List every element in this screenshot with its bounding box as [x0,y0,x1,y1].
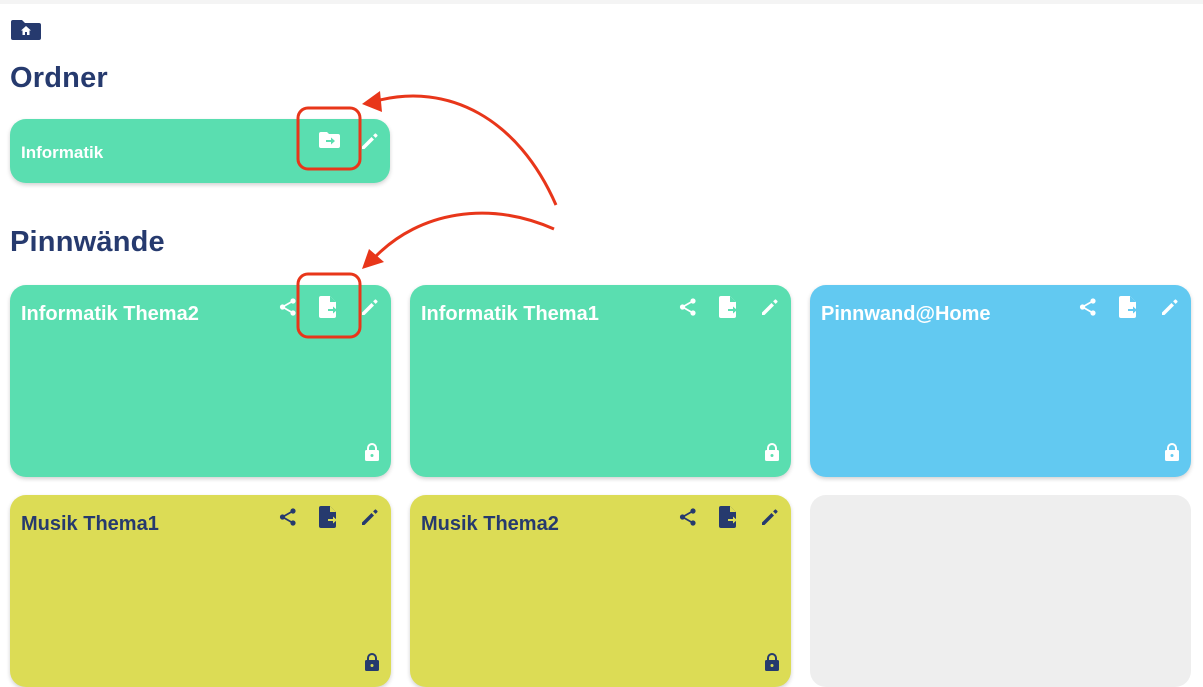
board-title: Musik Thema1 [21,513,159,535]
folder-home-icon [11,20,41,40]
lock-icon [765,443,779,466]
board-card-pinnwand-home[interactable]: Pinnwand@Home [810,285,1191,477]
arrowhead-board-move [362,249,384,269]
share-icon[interactable] [678,507,698,527]
board-card-musik-thema2[interactable]: Musik Thema2 [410,495,791,687]
folders-section-title: Ordner [10,62,108,94]
file-move-icon[interactable] [319,296,339,318]
pencil-icon[interactable] [360,507,380,527]
board-title: Pinnwand@Home [821,303,991,325]
file-move-icon[interactable] [719,296,739,318]
pencil-icon[interactable] [760,297,780,317]
pencil-icon[interactable] [1160,297,1180,317]
board-card-informatik-thema2[interactable]: Informatik Thema2 [10,285,391,477]
share-icon[interactable] [278,507,298,527]
lock-icon [765,653,779,676]
arrow-to-board-move [374,211,555,258]
home-folder-button[interactable] [11,18,41,40]
board-card-musik-thema1[interactable]: Musik Thema1 [10,495,391,687]
share-icon[interactable] [1078,297,1098,317]
board-title: Informatik Thema2 [21,303,199,325]
folder-move-icon[interactable] [319,131,341,149]
file-move-icon[interactable] [719,506,739,528]
lock-icon [365,653,379,676]
pencil-icon[interactable] [760,507,780,527]
top-border [0,0,1203,4]
lock-icon [1165,443,1179,466]
boards-section-title: Pinnwände [10,226,165,258]
share-icon[interactable] [678,297,698,317]
board-card-informatik-thema1[interactable]: Informatik Thema1 [410,285,791,477]
board-title: Informatik Thema1 [421,303,599,325]
file-move-icon[interactable] [1119,296,1139,318]
arrow-to-folder-move [375,94,558,206]
folder-card-informatik[interactable]: Informatik [10,119,390,183]
arrowhead-folder-move [362,91,382,112]
lock-icon [365,443,379,466]
empty-board-placeholder [810,495,1191,687]
pencil-icon[interactable] [360,131,380,151]
share-icon[interactable] [278,297,298,317]
file-move-icon[interactable] [319,506,339,528]
pencil-icon[interactable] [360,297,380,317]
folder-name: Informatik [21,143,104,162]
board-title: Musik Thema2 [421,513,559,535]
